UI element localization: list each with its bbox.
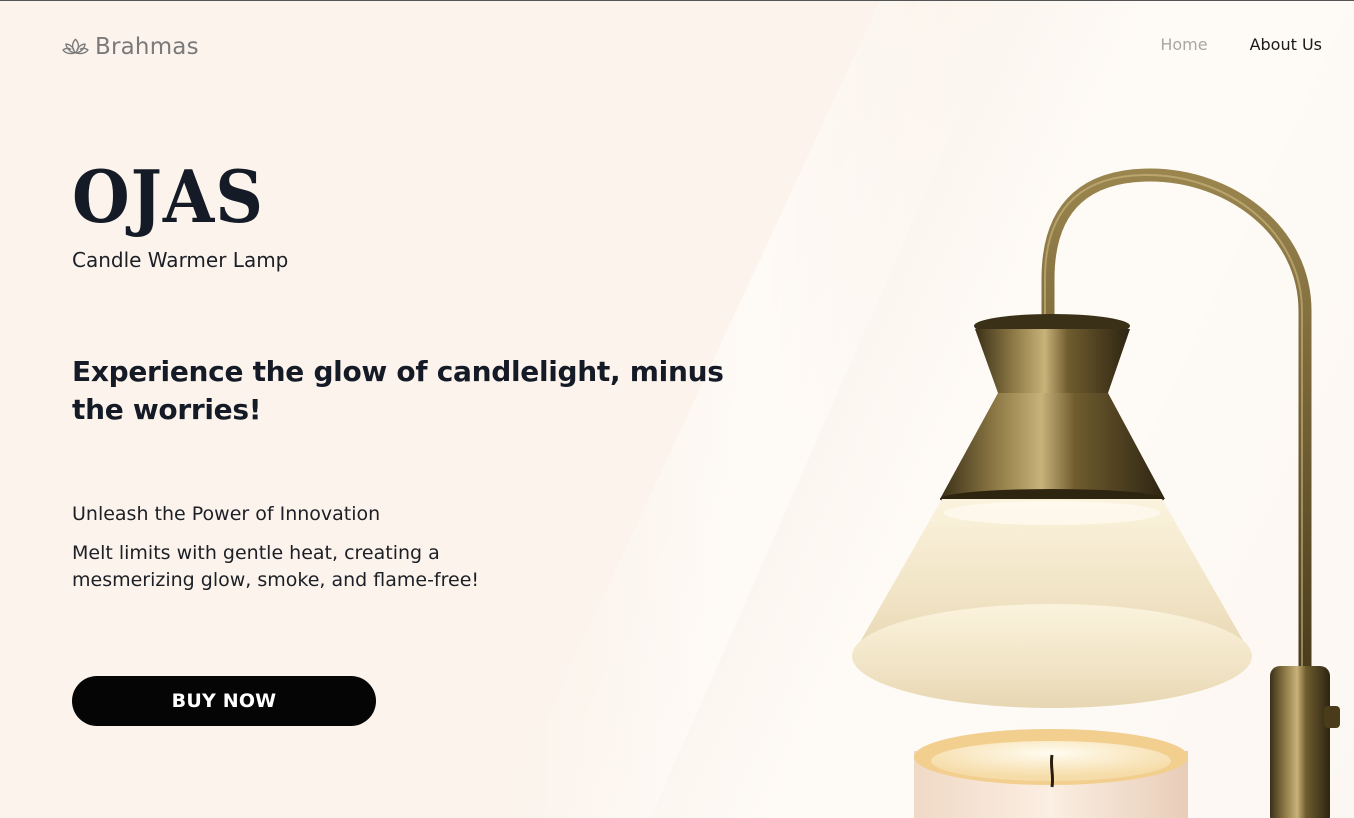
product-subtitle: Candle Warmer Lamp	[72, 248, 289, 272]
product-title: OJAS	[72, 154, 264, 239]
brand-name: Brahmas	[95, 34, 199, 60]
hero-description: Melt limits with gentle heat, creating a…	[72, 542, 480, 591]
brand-logo[interactable]: Brahmas	[62, 33, 199, 61]
lamp-product-image	[852, 168, 1340, 818]
hero-headline: Experience the glow of candlelight, minu…	[72, 355, 724, 426]
hero-tagline: Unleash the Power of Innovation	[72, 503, 381, 525]
lotus-icon	[62, 38, 89, 55]
main-nav: Home About Us	[1160, 35, 1322, 54]
nav-about-link[interactable]: About Us	[1250, 35, 1322, 54]
nav-home-link[interactable]: Home	[1160, 35, 1207, 54]
buy-now-button[interactable]: BUY NOW	[72, 676, 376, 726]
